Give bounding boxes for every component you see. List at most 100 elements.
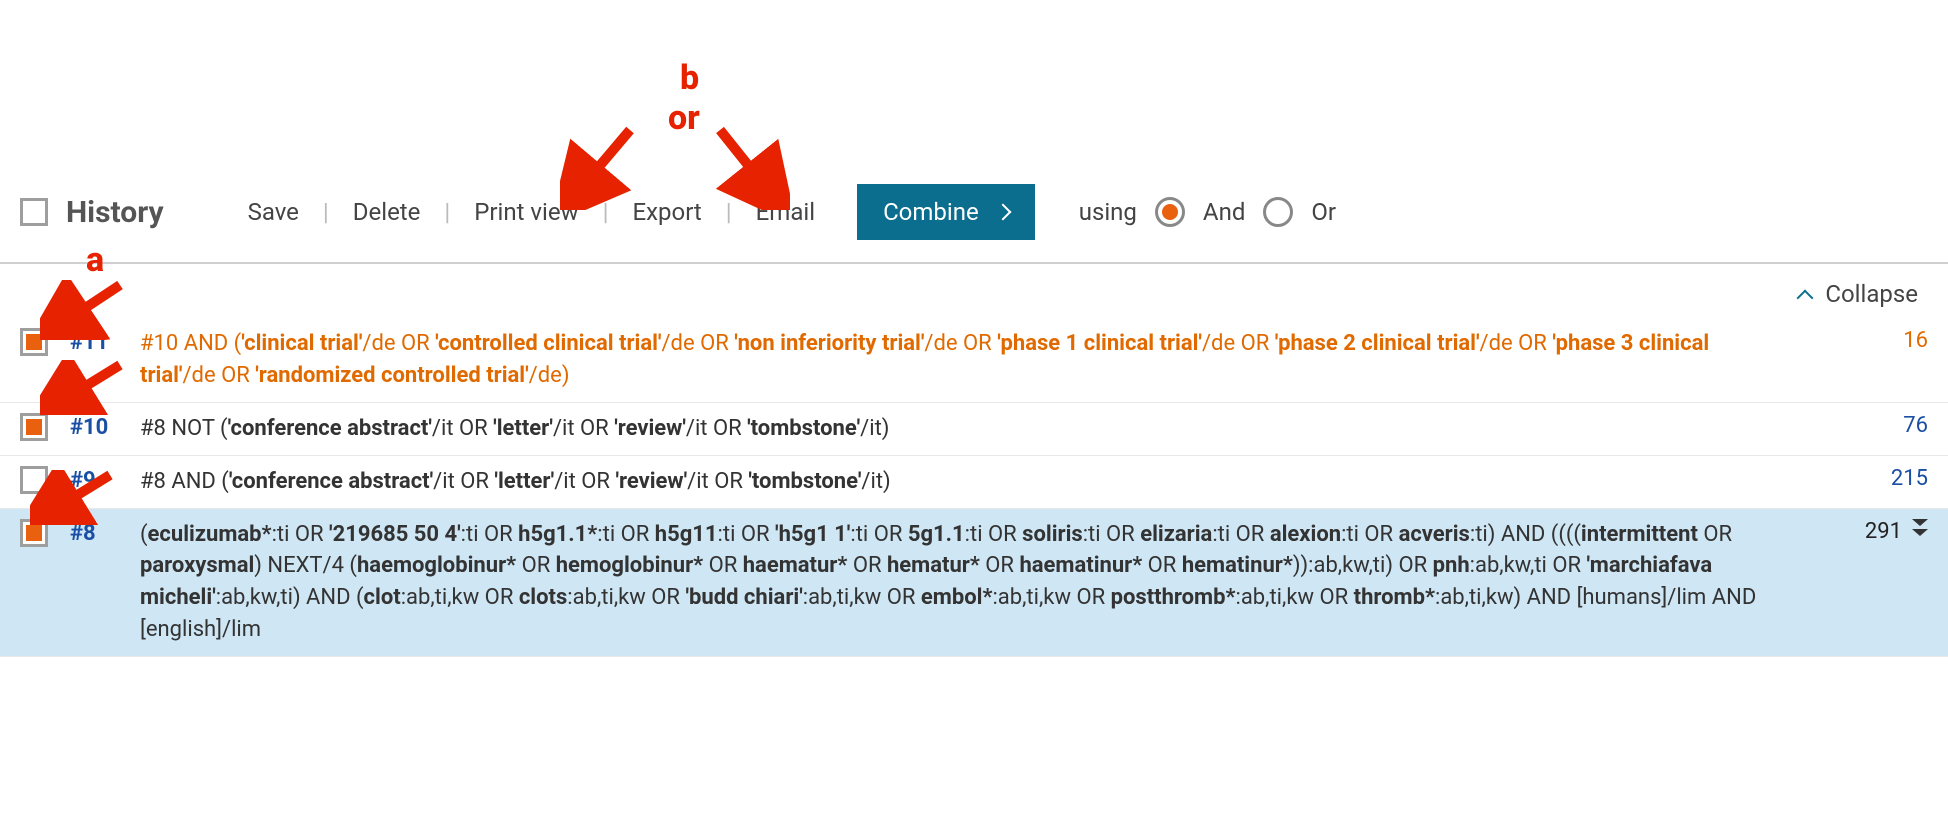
query-segment: alexion — [1270, 522, 1341, 547]
query-segment: 'budd chiari' — [685, 585, 802, 610]
query-segment: #8 AND ( — [140, 469, 229, 494]
separator: | — [424, 198, 470, 226]
query-segment: :ti) AND (((( — [1470, 522, 1581, 547]
query-segment: /de OR — [661, 331, 734, 356]
query-segment: :ti OR — [1341, 522, 1398, 547]
query-segment: OR — [516, 553, 556, 578]
query-segment: 5g1.1 — [908, 522, 965, 547]
row-query[interactable]: (eculizumab*:ti OR '219685 50 4':ti OR h… — [140, 519, 1808, 647]
combine-button[interactable]: Combine — [857, 184, 1035, 240]
query-segment: :ab,ti,kw OR — [803, 585, 921, 610]
row-count-value: 215 — [1891, 466, 1928, 491]
row-id[interactable]: #9 — [70, 466, 140, 493]
row-count[interactable]: 76 — [1808, 413, 1928, 438]
query-segment: /it OR — [687, 469, 748, 494]
row-count[interactable]: 16 — [1808, 328, 1928, 353]
query-segment: /de OR — [1202, 331, 1275, 356]
row-checkbox[interactable] — [20, 328, 48, 356]
row-checkbox[interactable] — [20, 413, 48, 441]
query-segment: #8 NOT ( — [140, 416, 228, 441]
query-segment: :ab,kw,ti OR — [1470, 553, 1587, 578]
history-toolbar: History Save | Delete | Print view | Exp… — [0, 180, 1948, 264]
history-row: #9#8 AND ('conference abstract'/it OR 'l… — [0, 456, 1948, 509]
query-segment: /de OR — [924, 331, 997, 356]
query-segment: :ti OR — [461, 522, 518, 547]
query-segment: haemoglobinur* — [357, 553, 516, 578]
row-count[interactable]: 215 — [1808, 466, 1928, 491]
query-segment: /it OR — [554, 469, 615, 494]
query-segment: haematur* — [743, 553, 848, 578]
query-segment: /it) — [860, 416, 889, 441]
history-row: #11#10 AND ('clinical trial'/de OR 'cont… — [0, 318, 1948, 403]
row-id[interactable]: #8 — [70, 519, 140, 546]
query-segment: /de OR — [1480, 331, 1553, 356]
combine-label: Combine — [883, 198, 979, 226]
print-view-action[interactable]: Print view — [470, 198, 582, 226]
query-segment: clots — [519, 585, 567, 610]
query-segment: :ab,ti,kw OR — [992, 585, 1110, 610]
query-segment: haematinur* — [1019, 553, 1142, 578]
query-segment: /de) — [529, 363, 570, 388]
query-segment: 'phase 1 clinical trial' — [997, 331, 1202, 356]
query-segment: 'non inferiority trial' — [734, 331, 924, 356]
query-segment: 'review' — [615, 469, 687, 494]
history-row: #10#8 NOT ('conference abstract'/it OR '… — [0, 403, 1948, 456]
query-segment: OR — [980, 553, 1020, 578]
query-segment: h5g1.1* — [518, 522, 597, 547]
query-segment: :ti OR — [850, 522, 907, 547]
query-segment: ) NEXT/4 ( — [254, 553, 357, 578]
query-segment: pnh — [1433, 553, 1470, 578]
row-id[interactable]: #10 — [70, 413, 140, 440]
collapse-label: Collapse — [1825, 280, 1918, 308]
query-segment: 'letter' — [494, 469, 554, 494]
row-count-value: 16 — [1903, 328, 1928, 353]
query-segment: :ti OR — [718, 522, 775, 547]
query-segment: /it OR — [553, 416, 614, 441]
query-segment: /de OR — [182, 363, 255, 388]
query-segment: #10 AND ( — [140, 331, 241, 356]
query-segment: 'phase 2 clinical trial' — [1275, 331, 1480, 356]
query-segment: /it OR — [686, 416, 747, 441]
annotation-a-label: a — [86, 240, 104, 280]
and-label: And — [1203, 198, 1245, 226]
row-query[interactable]: #10 AND ('clinical trial'/de OR 'control… — [140, 328, 1808, 392]
query-segment: OR — [703, 553, 743, 578]
query-segment: clot — [364, 585, 401, 610]
query-segment: :ab,kw,ti) AND ( — [216, 585, 364, 610]
annotation-b-label: b — [680, 58, 699, 98]
expand-icon[interactable] — [1912, 519, 1928, 537]
query-segment: acveris — [1399, 522, 1470, 547]
or-radio[interactable] — [1263, 197, 1293, 227]
row-query[interactable]: #8 NOT ('conference abstract'/it OR 'let… — [140, 413, 1808, 445]
row-count[interactable]: 291 — [1808, 519, 1928, 544]
query-segment: 'tombstone' — [748, 469, 861, 494]
separator: | — [583, 198, 629, 226]
row-query[interactable]: #8 AND ('conference abstract'/it OR 'let… — [140, 466, 1808, 498]
separator: | — [303, 198, 349, 226]
row-checkbox[interactable] — [20, 466, 48, 494]
save-action[interactable]: Save — [244, 198, 303, 226]
query-segment: hematinur* — [1182, 553, 1293, 578]
row-checkbox[interactable] — [20, 519, 48, 547]
query-segment: thromb* — [1354, 585, 1435, 610]
query-segment: OR — [1142, 553, 1182, 578]
query-segment: ( — [140, 522, 148, 547]
query-segment: 'randomized controlled trial' — [255, 363, 528, 388]
query-segment: OR — [1698, 522, 1732, 547]
row-count-value: 291 — [1865, 519, 1902, 544]
email-action[interactable]: Email — [752, 198, 819, 226]
export-action[interactable]: Export — [629, 198, 706, 226]
query-segment: :ab,ti,kw OR — [1235, 585, 1353, 610]
query-segment: :ab,ti,kw OR — [401, 585, 519, 610]
query-segment: /it) — [861, 469, 890, 494]
query-segment: OR — [847, 553, 887, 578]
query-segment: hematur* — [887, 553, 980, 578]
query-segment: embol* — [921, 585, 993, 610]
delete-action[interactable]: Delete — [349, 198, 425, 226]
and-radio[interactable] — [1155, 197, 1185, 227]
query-segment: :ab,ti,kw OR — [567, 585, 685, 610]
select-all-checkbox[interactable] — [20, 198, 48, 226]
query-segment: /it OR — [432, 416, 493, 441]
collapse-toggle[interactable]: Collapse — [0, 264, 1948, 318]
row-id[interactable]: #11 — [70, 328, 140, 355]
